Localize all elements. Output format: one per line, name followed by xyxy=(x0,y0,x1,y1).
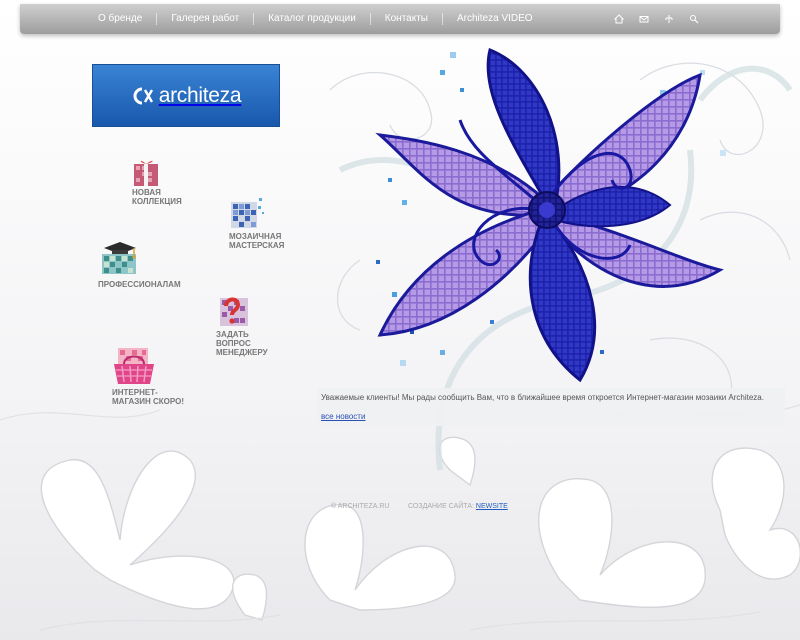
menu-professionals-label: Профессионалам xyxy=(98,280,181,289)
search-icon[interactable] xyxy=(689,14,699,24)
all-news-link[interactable]: все новости xyxy=(321,412,365,421)
menu-professionals[interactable]: Профессионалам xyxy=(98,238,188,289)
menu-mosaic-workshop[interactable]: Мозаичная мастерская xyxy=(229,196,289,250)
footer-copyright: © ARCHITEZA.RU xyxy=(331,503,390,510)
menu-online-shop-label: Интернет-магазин скоро! xyxy=(112,388,185,406)
mail-icon[interactable] xyxy=(639,14,649,24)
mosaic-flower-illustration xyxy=(375,47,726,383)
shopping-basket-icon xyxy=(114,348,154,384)
news-panel: Уважаемые клиенты! Мы рады сообщить Вам,… xyxy=(317,388,785,426)
sitemap-icon[interactable] xyxy=(664,14,674,24)
mosaic-tile-icon xyxy=(231,198,264,228)
nav-link-gallery[interactable]: Галерея работ xyxy=(156,13,253,25)
footer-credits: СОЗДАНИЕ САЙТА: NEWSITE xyxy=(408,503,508,510)
brand-logo-text: architeza xyxy=(158,83,242,107)
menu-mosaic-workshop-label: Мозаичная мастерская xyxy=(229,232,285,250)
menu-new-collection-label: Новая коллекция xyxy=(132,188,182,206)
graduation-cap-icon xyxy=(102,242,136,274)
nav-link-contacts[interactable]: Контакты xyxy=(369,13,442,25)
home-icon[interactable] xyxy=(614,14,624,24)
gift-box-icon xyxy=(134,160,158,186)
nav-link-catalog[interactable]: Каталог продукции xyxy=(253,13,370,25)
nav-link-video[interactable]: Architeza VIDEO xyxy=(442,13,547,25)
nav-link-brand[interactable]: О бренде xyxy=(88,13,156,25)
brand-logo-mark-icon xyxy=(133,87,153,104)
brand-logo[interactable]: architeza xyxy=(92,64,280,127)
menu-ask-manager-label: Задать вопрос менеджеру xyxy=(216,330,268,357)
footer-created-by: СОЗДАНИЕ САЙТА: xyxy=(408,503,474,510)
menu-online-shop[interactable]: Интернет-магазин скоро! xyxy=(112,346,192,406)
menu-new-collection[interactable]: Новая коллекция xyxy=(132,158,192,206)
question-mark-icon xyxy=(220,297,248,326)
news-text: Уважаемые клиенты! Мы рады сообщить Вам,… xyxy=(321,393,764,402)
menu-ask-manager[interactable]: Задать вопрос менеджеру xyxy=(216,294,282,357)
footer-studio-link[interactable]: NEWSITE xyxy=(476,503,508,510)
